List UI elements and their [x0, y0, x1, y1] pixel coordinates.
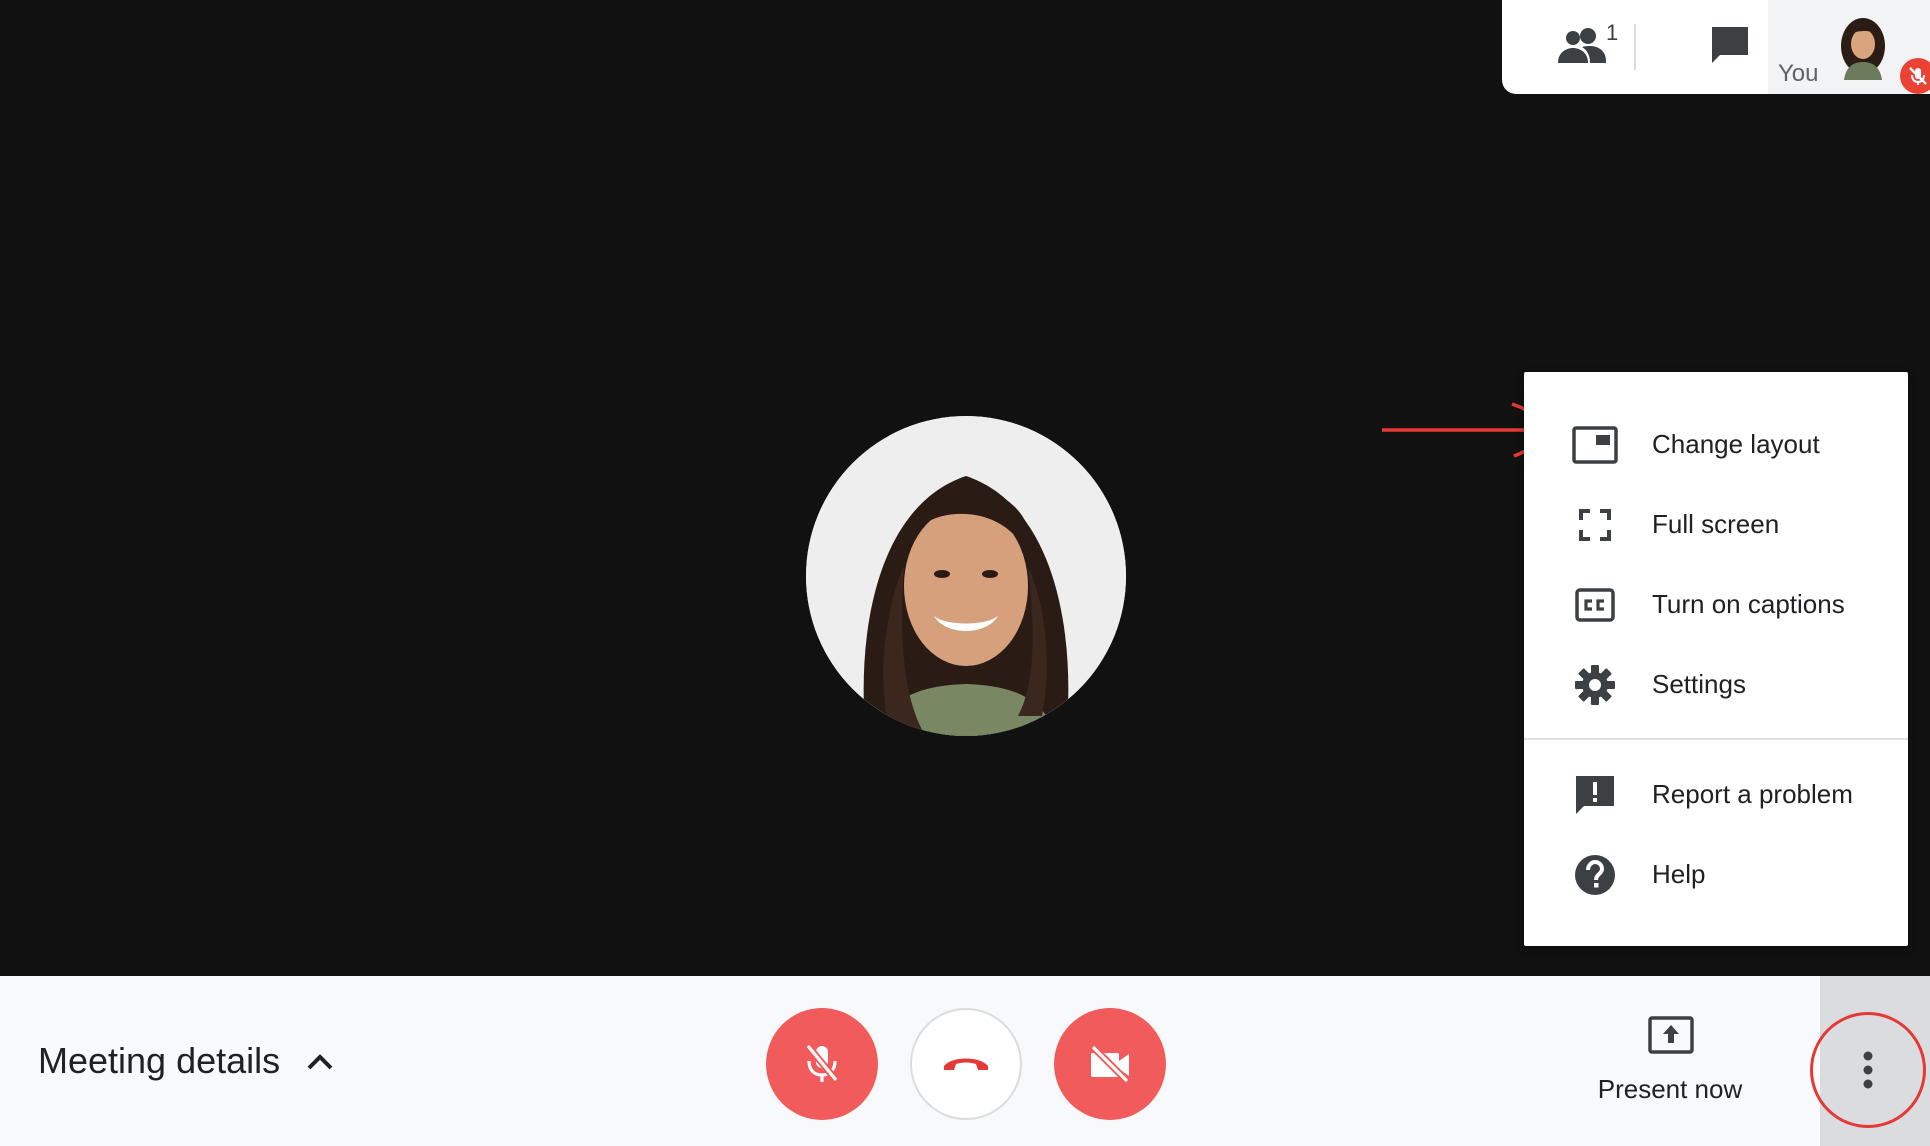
self-mic-off-badge [1900, 58, 1930, 94]
menu-item-label: Change layout [1652, 428, 1820, 459]
chevron-up-icon [306, 1046, 336, 1076]
menu-item-label: Full screen [1652, 508, 1780, 539]
mic-off-icon [805, 1043, 839, 1083]
camera-toggle-button[interactable] [1054, 1008, 1166, 1120]
participant-count: 1 [1606, 20, 1619, 45]
menu-item-full-screen[interactable]: Full screen [1524, 484, 1908, 564]
mic-off-icon [1909, 67, 1927, 85]
change-layout-icon [1572, 422, 1618, 468]
self-view-tile[interactable]: You [1768, 0, 1930, 94]
gear-icon [1572, 662, 1618, 708]
top-right-bar: 1 You [1502, 0, 1930, 94]
more-vert-icon [1863, 1051, 1873, 1089]
more-options-menu: Change layout Full screen Turn on captio… [1524, 372, 1908, 946]
bottom-control-bar: Meeting details Present now [0, 976, 1930, 1146]
captions-icon [1572, 582, 1618, 628]
top-divider [1634, 24, 1636, 70]
self-label: You [1778, 60, 1819, 87]
hangup-icon [944, 1058, 988, 1070]
menu-item-label: Help [1652, 858, 1706, 889]
menu-item-captions[interactable]: Turn on captions [1524, 564, 1908, 644]
help-icon [1572, 852, 1618, 898]
mic-toggle-button[interactable] [766, 1008, 878, 1120]
menu-item-change-layout[interactable]: Change layout [1524, 404, 1908, 484]
menu-item-label: Turn on captions [1652, 588, 1845, 619]
present-now-button[interactable]: Present now [1580, 1016, 1760, 1116]
meeting-stage: 1 You Change layout Full screen Turn on … [0, 0, 1930, 1146]
present-now-label: Present now [1597, 1074, 1743, 1104]
meeting-details-label: Meeting details [38, 1040, 281, 1081]
participants-button[interactable]: 1 [1522, 0, 1642, 94]
present-icon [1648, 1016, 1694, 1056]
camera-off-icon [1090, 1045, 1130, 1083]
menu-item-label: Report a problem [1652, 778, 1853, 809]
menu-item-report-problem[interactable]: Report a problem [1524, 754, 1908, 834]
menu-divider [1524, 738, 1908, 740]
participant-avatar [806, 416, 1126, 736]
menu-item-help[interactable]: Help [1524, 834, 1908, 914]
report-problem-icon [1572, 772, 1618, 818]
more-options-button[interactable] [1810, 1012, 1926, 1128]
meeting-details-button[interactable]: Meeting details [38, 976, 336, 1146]
hangup-button[interactable] [910, 1008, 1022, 1120]
menu-item-label: Settings [1652, 668, 1746, 699]
people-icon [1556, 25, 1608, 70]
menu-item-settings[interactable]: Settings [1524, 644, 1908, 724]
chat-icon [1708, 23, 1752, 72]
fullscreen-icon [1572, 502, 1618, 548]
self-avatar [1836, 16, 1890, 80]
